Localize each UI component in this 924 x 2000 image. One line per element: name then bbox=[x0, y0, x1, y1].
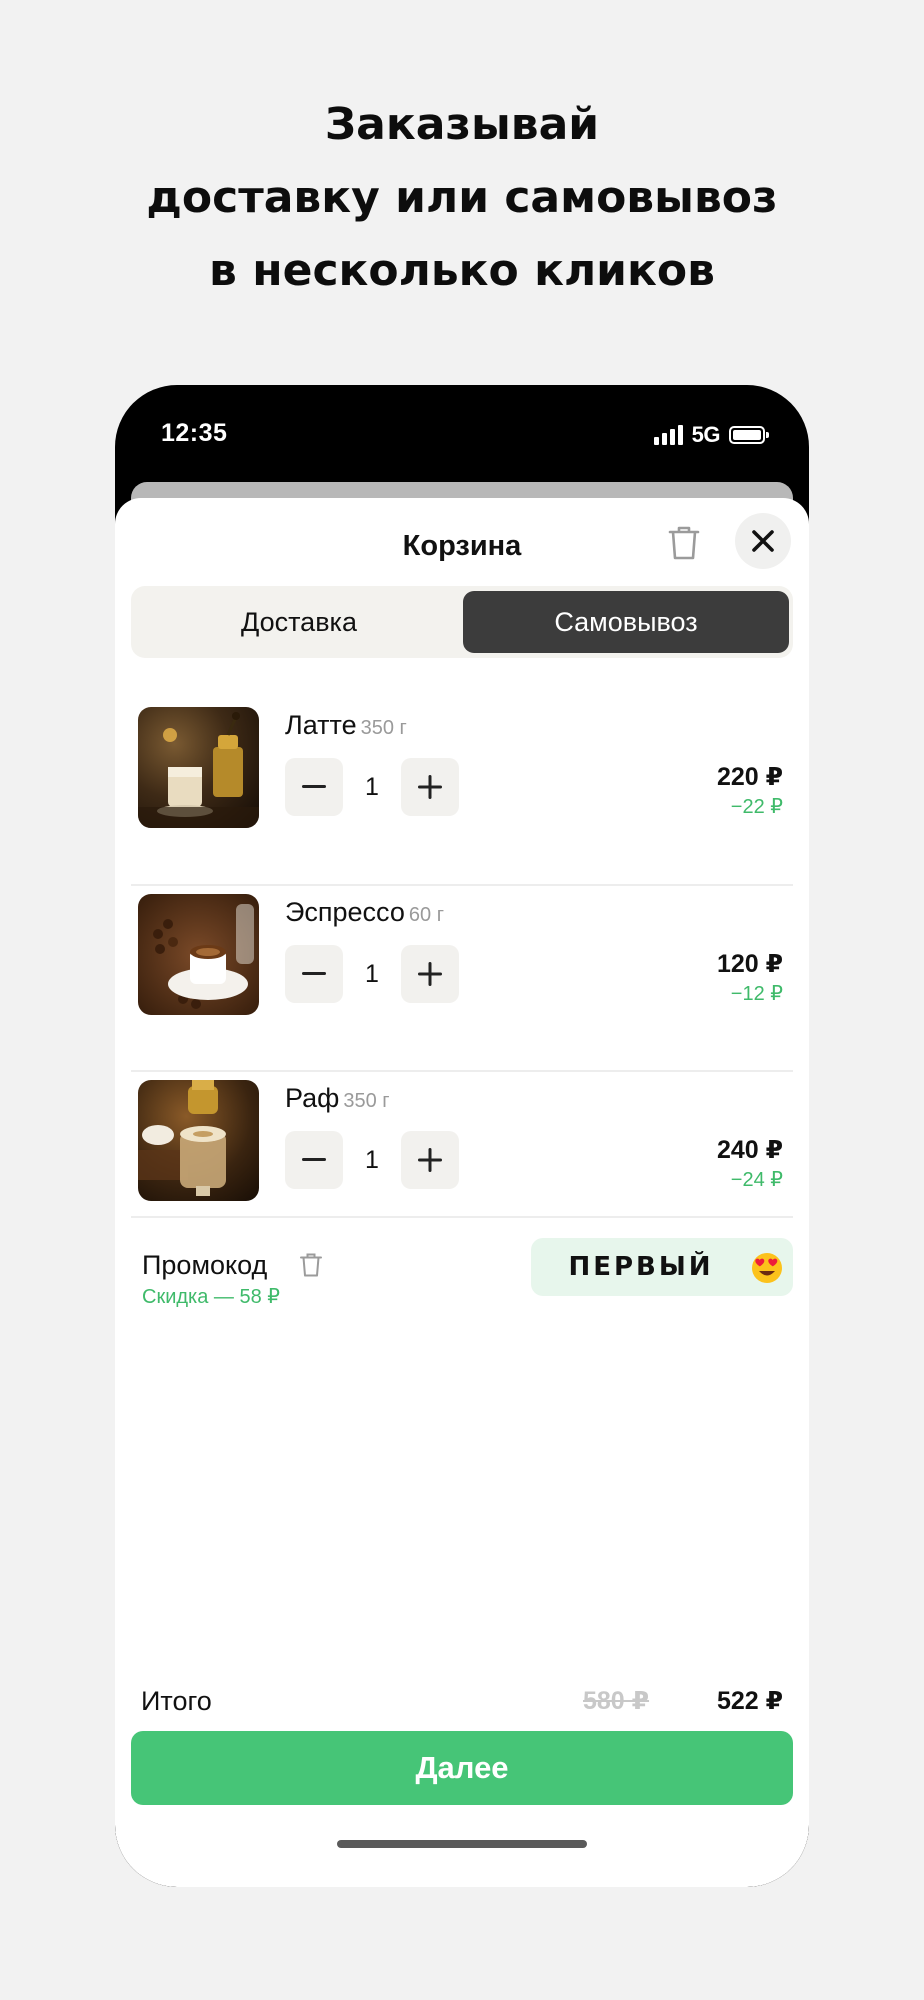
cart-item-espresso: Эспрессо 60 г 1 120 ₽ −12 ₽ bbox=[115, 894, 809, 1080]
headline-line-1: Заказывай bbox=[324, 99, 600, 150]
item-price: 240 ₽ bbox=[716, 1136, 783, 1164]
plus-icon bbox=[418, 775, 442, 799]
signal-icon bbox=[653, 425, 683, 445]
remove-promo-button[interactable] bbox=[299, 1252, 323, 1283]
item-weight: 60 г bbox=[408, 904, 444, 926]
quantity-stepper: 1 bbox=[285, 945, 459, 1003]
home-indicator bbox=[337, 1840, 587, 1848]
increase-button[interactable] bbox=[401, 945, 459, 1003]
item-weight: 350 г bbox=[343, 1090, 390, 1112]
status-icons: 5G bbox=[653, 422, 769, 448]
network-type: 5G bbox=[691, 422, 721, 447]
quantity-value: 1 bbox=[365, 960, 379, 988]
decrease-button[interactable] bbox=[285, 1131, 343, 1189]
battery-icon bbox=[729, 426, 769, 444]
phone-frame: 12:35 5G Корзина Доставка Самовывоз Латт… bbox=[115, 385, 809, 1887]
promo-label: Промокод bbox=[142, 1250, 268, 1280]
item-weight: 350 г bbox=[360, 717, 407, 739]
increase-button[interactable] bbox=[401, 758, 459, 816]
promo-code-value: ПЕРВЫЙ bbox=[568, 1252, 714, 1282]
item-discount: −22 ₽ bbox=[730, 796, 783, 818]
item-discount: −24 ₽ bbox=[730, 1169, 783, 1191]
minus-icon bbox=[302, 972, 326, 975]
minus-icon bbox=[302, 1158, 326, 1161]
total-price: 522 ₽ bbox=[716, 1687, 783, 1715]
trash-icon bbox=[668, 526, 700, 560]
close-button[interactable] bbox=[735, 513, 791, 569]
raf-image bbox=[138, 1080, 259, 1201]
item-price: 220 ₽ bbox=[716, 763, 783, 791]
trash-icon bbox=[300, 1253, 322, 1277]
heart-eyes-emoji-icon bbox=[752, 1253, 782, 1283]
item-discount: −12 ₽ bbox=[730, 983, 783, 1005]
item-name: Эспрессо 60 г bbox=[285, 897, 444, 927]
item-divider bbox=[131, 1070, 793, 1072]
plus-icon bbox=[418, 962, 442, 986]
close-icon bbox=[752, 530, 774, 552]
item-divider bbox=[131, 884, 793, 886]
decrease-button[interactable] bbox=[285, 945, 343, 1003]
quantity-stepper: 1 bbox=[285, 1131, 459, 1189]
promo-discount: Скидка — 58 ₽ bbox=[142, 1286, 280, 1308]
total-old-price: 580 ₽ bbox=[583, 1687, 650, 1715]
cart-sheet: Корзина Доставка Самовывоз Латте 350 г 1… bbox=[115, 498, 809, 1887]
espresso-image bbox=[138, 894, 259, 1015]
headline-line-3: в несколько кликов bbox=[209, 245, 715, 296]
cart-title: Корзина bbox=[402, 530, 522, 562]
minus-icon bbox=[302, 785, 326, 788]
clear-cart-button[interactable] bbox=[667, 524, 701, 562]
cart-item-latte: Латте 350 г 1 220 ₽ −22 ₽ bbox=[115, 707, 809, 893]
quantity-value: 1 bbox=[365, 1146, 379, 1174]
item-name: Латте 350 г bbox=[285, 710, 407, 740]
plus-icon bbox=[418, 1148, 442, 1172]
headline-line-2: доставку или самовывоз bbox=[146, 172, 778, 223]
tab-delivery[interactable]: Доставка bbox=[136, 591, 462, 653]
increase-button[interactable] bbox=[401, 1131, 459, 1189]
next-button[interactable]: Далее bbox=[131, 1731, 793, 1805]
total-label: Итого bbox=[141, 1686, 212, 1716]
decrease-button[interactable] bbox=[285, 758, 343, 816]
promo-headline: Заказывай доставку или самовывоз в неско… bbox=[0, 88, 924, 307]
quantity-value: 1 bbox=[365, 773, 379, 801]
delivery-mode-switch: Доставка Самовывоз bbox=[131, 586, 793, 658]
quantity-stepper: 1 bbox=[285, 758, 459, 816]
item-name: Раф 350 г bbox=[285, 1083, 390, 1113]
item-divider bbox=[131, 1216, 793, 1218]
tab-pickup[interactable]: Самовывоз bbox=[463, 591, 789, 653]
status-time: 12:35 bbox=[161, 419, 228, 447]
item-price: 120 ₽ bbox=[716, 950, 783, 978]
promo-code-field[interactable]: ПЕРВЫЙ bbox=[531, 1238, 793, 1296]
latte-image bbox=[138, 707, 259, 828]
